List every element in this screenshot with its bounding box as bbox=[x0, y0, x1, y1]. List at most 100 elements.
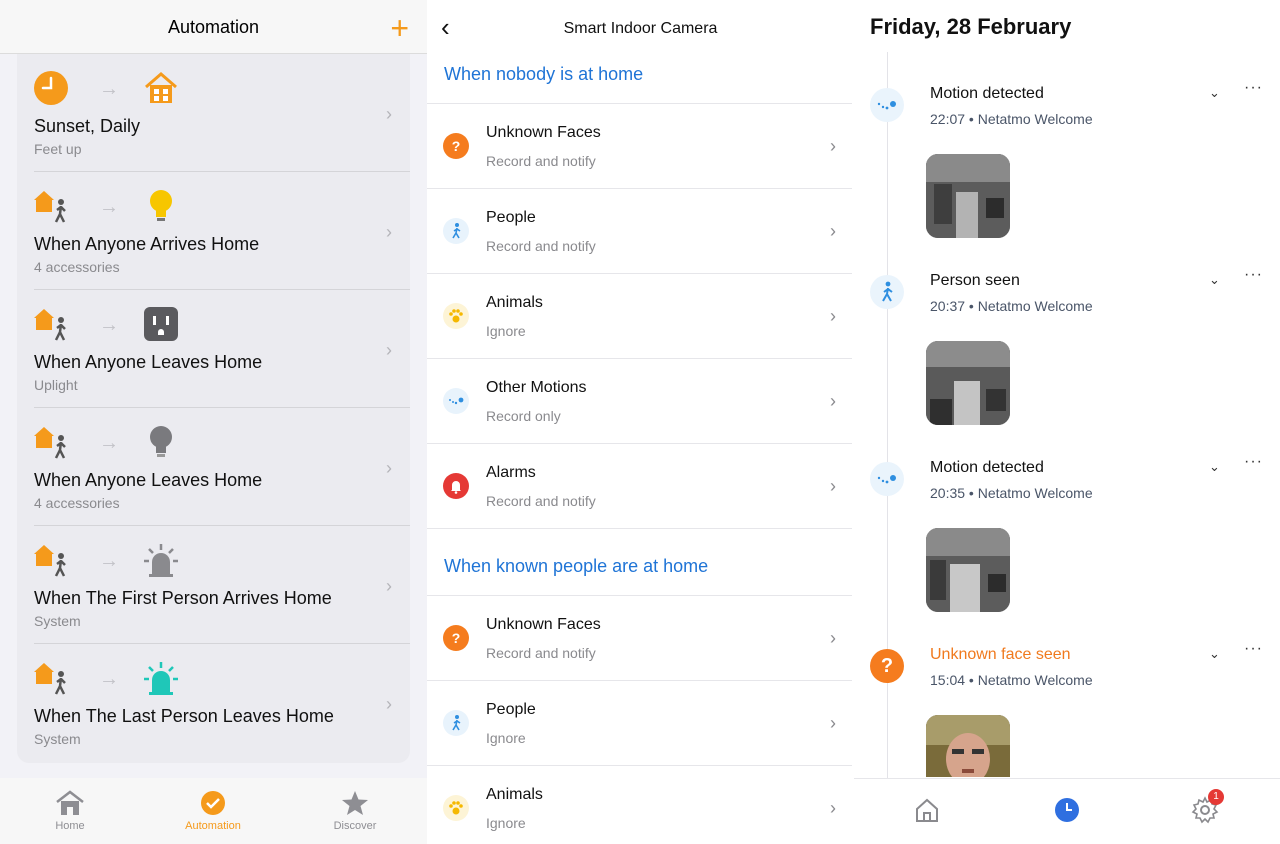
setting-row-other-motions[interactable]: Other Motions Record only › bbox=[427, 358, 854, 443]
question-icon: ? bbox=[443, 625, 469, 651]
automation-name: Sunset, Daily bbox=[34, 116, 141, 136]
outlet-icon bbox=[144, 307, 178, 341]
page-title: Smart Indoor Camera bbox=[563, 20, 718, 37]
automation-subtitle: System bbox=[34, 731, 81, 747]
setting-row-animals-known[interactable]: Animals Ignore › bbox=[427, 765, 854, 844]
chevron-down-icon[interactable]: ⌄ bbox=[1209, 646, 1220, 662]
camera-settings-screen: ‹ Smart Indoor Camera When nobody is at … bbox=[427, 0, 854, 844]
section-title-known-home: When known people are at home bbox=[444, 556, 709, 576]
automation-name: When The Last Person Leaves Home bbox=[34, 706, 334, 726]
chevron-right-icon: › bbox=[830, 713, 836, 733]
automation-name: When Anyone Arrives Home bbox=[34, 234, 260, 254]
automation-row-first-arrives[interactable]: → When The First Person Arrives Home Sys… bbox=[17, 526, 410, 644]
setting-name: Other Motions bbox=[486, 379, 587, 396]
event-title: Unknown face seen bbox=[930, 646, 1071, 663]
event-title: Motion detected bbox=[930, 459, 1044, 476]
setting-row-animals[interactable]: Animals Ignore › bbox=[427, 273, 854, 358]
event-thumbnail[interactable] bbox=[926, 154, 1010, 238]
arrow-icon: → bbox=[99, 550, 119, 572]
setting-value: Ignore bbox=[486, 815, 526, 831]
event-thumbnail[interactable] bbox=[926, 341, 1010, 425]
chevron-right-icon: › bbox=[830, 391, 836, 411]
automation-row-anyone-leaves-accessories[interactable]: → When Anyone Leaves Home 4 accessories … bbox=[17, 408, 410, 526]
clock-icon bbox=[1055, 798, 1079, 822]
tab-discover[interactable]: Discover bbox=[305, 790, 405, 832]
setting-name: Animals bbox=[486, 786, 543, 803]
tab-automation[interactable]: Automation bbox=[163, 790, 263, 832]
automation-subtitle: System bbox=[34, 613, 81, 629]
automation-navbar: Automation + bbox=[0, 0, 427, 54]
walking-person-icon bbox=[443, 710, 469, 736]
motion-icon bbox=[870, 88, 904, 122]
more-options-icon[interactable]: ··· bbox=[1244, 266, 1263, 284]
tab-timeline[interactable] bbox=[1052, 795, 1092, 825]
lightbulb-off-icon bbox=[150, 426, 172, 457]
chevron-right-icon: › bbox=[830, 221, 836, 241]
setting-value: Record and notify bbox=[486, 645, 596, 661]
chevron-down-icon[interactable]: ⌄ bbox=[1209, 459, 1220, 475]
chevron-right-icon: › bbox=[386, 458, 392, 478]
tab-label: Discover bbox=[333, 820, 377, 832]
tab-home[interactable] bbox=[912, 795, 952, 825]
setting-row-people[interactable]: People Record and notify › bbox=[427, 188, 854, 273]
question-icon: ? bbox=[870, 649, 904, 683]
setting-row-unknown-faces[interactable]: ? Unknown Faces Record and notify › bbox=[427, 103, 854, 188]
arrow-icon: → bbox=[99, 78, 119, 100]
automation-name: When Anyone Leaves Home bbox=[34, 470, 263, 490]
event-thumbnail[interactable] bbox=[926, 715, 1010, 777]
setting-value: Ignore bbox=[486, 323, 526, 339]
automation-screen: Automation + → Sunset, Daily Feet up › →… bbox=[0, 0, 427, 844]
setting-name: Unknown Faces bbox=[486, 124, 601, 141]
arrow-icon: → bbox=[99, 432, 119, 454]
motion-icon bbox=[870, 462, 904, 496]
arrow-icon: → bbox=[99, 668, 119, 690]
tab-settings[interactable]: 1 bbox=[1190, 789, 1230, 825]
automation-row-anyone-arrives[interactable]: → When Anyone Arrives Home 4 accessories… bbox=[17, 172, 410, 290]
tab-label: Home bbox=[55, 820, 85, 832]
clock-icon bbox=[34, 71, 68, 105]
arrow-icon: → bbox=[99, 196, 119, 218]
setting-name: Alarms bbox=[486, 464, 536, 481]
automation-row-last-leaves[interactable]: → When The Last Person Leaves Home Syste… bbox=[17, 644, 410, 762]
automation-list: → Sunset, Daily Feet up › → When Anyone … bbox=[17, 54, 410, 763]
event-thumbnail[interactable] bbox=[926, 528, 1010, 612]
setting-value: Ignore bbox=[486, 730, 526, 746]
person-leaves-icon bbox=[34, 309, 66, 341]
automation-row-sunset[interactable]: → Sunset, Daily Feet up › bbox=[17, 54, 410, 172]
automation-subtitle: 4 accessories bbox=[34, 495, 120, 511]
timeline-tab-bar: 1 bbox=[854, 778, 1280, 844]
question-icon: ? bbox=[443, 133, 469, 159]
more-options-icon[interactable]: ··· bbox=[1244, 640, 1263, 658]
chevron-down-icon[interactable]: ⌄ bbox=[1209, 85, 1220, 101]
event-title: Motion detected bbox=[930, 85, 1044, 102]
setting-row-alarms[interactable]: Alarms Record and notify › bbox=[427, 443, 854, 528]
siren-icon bbox=[144, 544, 178, 577]
more-options-icon[interactable]: ··· bbox=[1244, 79, 1263, 97]
bell-icon bbox=[443, 473, 469, 499]
setting-row-people-known[interactable]: People Ignore › bbox=[427, 680, 854, 765]
star-icon bbox=[342, 791, 368, 815]
setting-name: Animals bbox=[486, 294, 543, 311]
chevron-down-icon[interactable]: ⌄ bbox=[1209, 272, 1220, 288]
setting-row-unknown-faces-known[interactable]: ? Unknown Faces Record and notify › bbox=[427, 595, 854, 680]
person-arrives-icon bbox=[34, 191, 66, 223]
automation-subtitle: 4 accessories bbox=[34, 259, 120, 275]
tab-label: Automation bbox=[185, 820, 241, 832]
automation-subtitle: Uplight bbox=[34, 377, 78, 393]
person-arrives-icon bbox=[34, 545, 66, 577]
event-meta: 15:04 • Netatmo Welcome bbox=[930, 672, 1093, 688]
setting-name: Unknown Faces bbox=[486, 616, 601, 633]
setting-value: Record and notify bbox=[486, 238, 596, 254]
person-leaves-icon bbox=[34, 427, 66, 459]
walking-person-icon bbox=[870, 275, 904, 309]
automation-row-anyone-leaves-uplight[interactable]: → When Anyone Leaves Home Uplight › bbox=[17, 290, 410, 408]
add-automation-button[interactable]: + bbox=[390, 8, 409, 48]
tab-home[interactable]: Home bbox=[20, 790, 120, 832]
chevron-right-icon: › bbox=[386, 104, 392, 124]
chevron-right-icon: › bbox=[386, 340, 392, 360]
setting-value: Record only bbox=[486, 408, 561, 424]
automation-name: When The First Person Arrives Home bbox=[34, 588, 332, 608]
setting-value: Record and notify bbox=[486, 153, 596, 169]
arrow-icon: → bbox=[99, 314, 119, 336]
more-options-icon[interactable]: ··· bbox=[1244, 453, 1263, 471]
